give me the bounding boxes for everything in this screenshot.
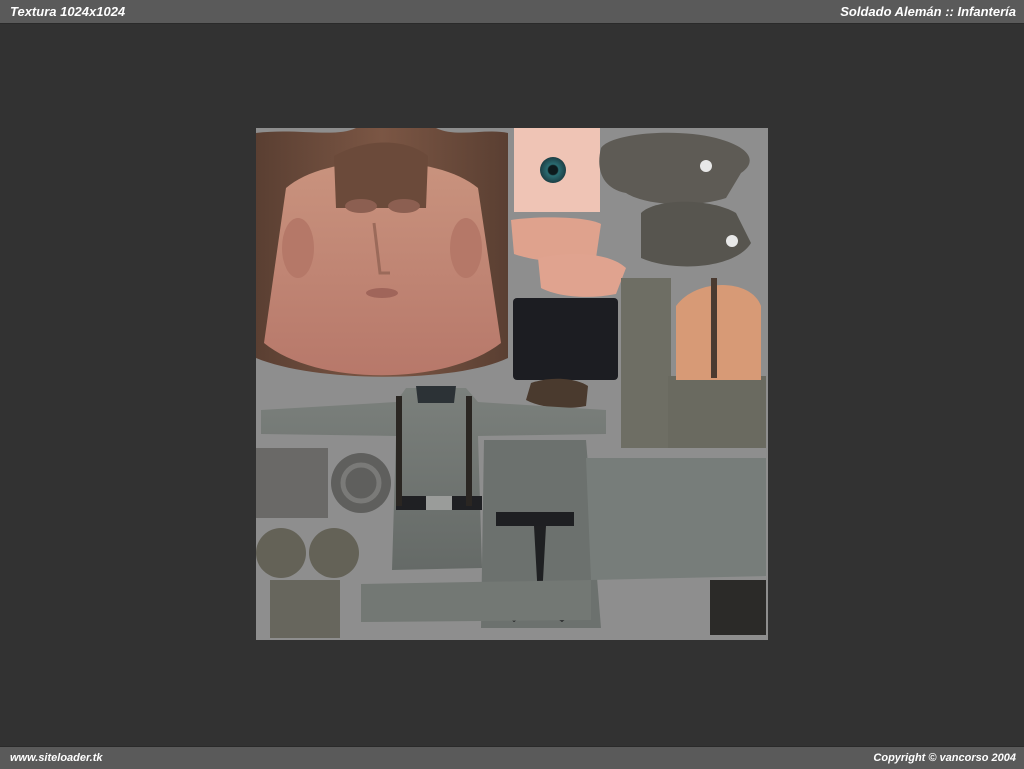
texture-size-title: Textura 1024x1024 bbox=[10, 4, 126, 19]
cap-texture bbox=[513, 298, 618, 408]
texture-atlas-image bbox=[256, 128, 768, 640]
helmet-texture bbox=[599, 132, 751, 267]
eyeball-texture bbox=[514, 128, 600, 212]
copyright-text: Copyright © vancorso 2004 bbox=[873, 752, 1016, 764]
hand-skin-texture bbox=[511, 217, 626, 297]
bottom-footer-bar: www.siteloader.tk Copyright © vancorso 2… bbox=[0, 746, 1024, 769]
boot-texture bbox=[710, 580, 766, 635]
model-name-title: Soldado Alemán :: Infantería bbox=[840, 4, 1016, 19]
site-url-text: www.siteloader.tk bbox=[10, 752, 103, 764]
pouch-texture bbox=[676, 278, 761, 380]
top-title-bar: Textura 1024x1024 Soldado Alemán :: Infa… bbox=[0, 0, 1024, 24]
face-texture bbox=[256, 128, 508, 377]
